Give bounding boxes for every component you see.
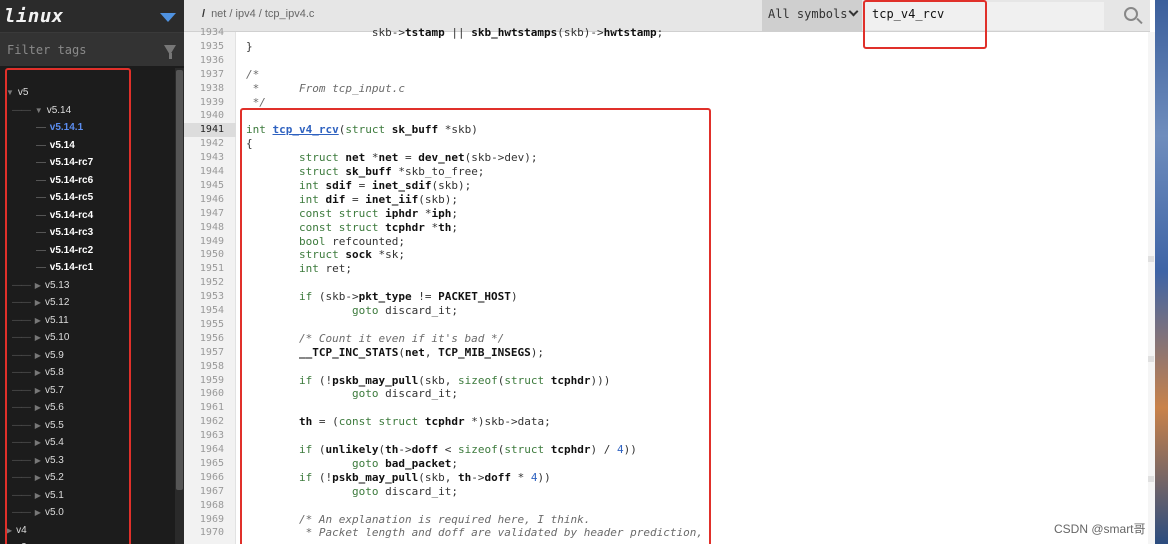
line-number[interactable]: 1958 — [184, 360, 224, 374]
line-number[interactable]: 1948 — [184, 221, 224, 235]
code-line: if (skb->pkt_type != PACKET_HOST) — [298, 290, 518, 304]
line-number[interactable]: 1945 — [184, 179, 224, 193]
watermark: CSDN @smart哥 — [1054, 522, 1146, 536]
code-line: int sdif = inet_sdif(skb); — [298, 178, 472, 192]
line-number[interactable]: 1939 — [184, 96, 224, 110]
line-number[interactable]: 1947 — [184, 207, 224, 221]
scrollbar-marker — [1148, 256, 1154, 262]
code-line: */ — [246, 95, 266, 109]
code-line: /* Count it even if it's bad */ — [246, 331, 505, 345]
code-line: if (!pskb_may_pull(skb, th->doff * 4)) — [298, 470, 551, 484]
line-number[interactable]: 1942 — [184, 137, 224, 151]
line-number[interactable]: 1950 — [184, 248, 224, 262]
line-number[interactable]: 1964 — [184, 443, 224, 457]
line-number[interactable]: 1969 — [184, 513, 224, 527]
code-line: if (!pskb_may_pull(skb, sizeof(struct tc… — [298, 373, 611, 387]
scrollbar-marker — [1148, 476, 1154, 482]
code-line: struct sock *sk; — [298, 248, 405, 262]
line-number[interactable]: 1946 — [184, 193, 224, 207]
filter-bar: Filter tags — [0, 32, 184, 66]
line-number[interactable]: 1943 — [184, 151, 224, 165]
code-scrollbar[interactable] — [1148, 32, 1155, 544]
search-icon[interactable] — [1124, 7, 1138, 21]
line-number[interactable]: 1937 — [184, 68, 224, 82]
root-link[interactable]: / — [202, 8, 205, 20]
line-number[interactable]: 1934 — [184, 26, 224, 40]
app-window: linux Filter tags ▼ v5 —— ▼ v5.14— v5.14.1—… — [0, 0, 1168, 544]
code-line: goto discard_it; — [351, 484, 458, 498]
code-line: goto bad_packet; — [351, 456, 458, 470]
line-number[interactable]: 1936 — [184, 54, 224, 68]
line-number[interactable]: 1957 — [184, 346, 224, 360]
code-line: } — [246, 39, 253, 53]
line-number[interactable]: 1968 — [184, 499, 224, 513]
code-line: th = (const struct tcphdr *)skb->data; — [298, 415, 551, 429]
code-line: /* — [246, 67, 260, 81]
code-line: /* An explanation is required here, I th… — [246, 512, 591, 526]
symbol-filter-label: All symbols — [768, 7, 848, 21]
line-number[interactable]: 1953 — [184, 290, 224, 304]
line-number[interactable]: 1961 — [184, 401, 224, 415]
code-line: goto discard_it; — [351, 387, 458, 401]
line-number[interactable]: 1956 — [184, 332, 224, 346]
line-number[interactable]: 1941 — [184, 123, 236, 138]
project-title[interactable]: linux — [4, 5, 64, 27]
line-number[interactable]: 1960 — [184, 387, 224, 401]
code-line: const struct iphdr *iph; — [298, 206, 458, 220]
line-number[interactable]: 1967 — [184, 485, 224, 499]
project-dropdown-icon[interactable] — [160, 13, 176, 22]
line-number[interactable]: 1938 — [184, 82, 224, 96]
code-line: { — [246, 137, 253, 151]
code-line: if (unlikely(th->doff < sizeof(struct tc… — [298, 443, 637, 456]
filter-icon[interactable] — [164, 44, 176, 59]
code-line: * From tcp_input.c — [246, 81, 405, 95]
code-line: const struct tcphdr *th; — [298, 220, 458, 234]
project-header: linux — [0, 0, 184, 32]
line-number[interactable]: 1970 — [184, 526, 224, 540]
code-line: goto discard_it; — [351, 304, 458, 317]
code-line: __TCP_INC_STATS(net, TCP_MIB_INSEGS); — [298, 345, 545, 359]
line-number[interactable]: 1944 — [184, 165, 224, 179]
code-line: struct sk_buff *skb_to_free; — [298, 165, 485, 178]
line-number[interactable]: 1955 — [184, 318, 224, 332]
desktop-background-strip — [1155, 0, 1168, 544]
code-line: int ret; — [298, 262, 352, 276]
code-line: int tcp_v4_rcv(struct sk_buff *skb) — [246, 123, 478, 137]
code-line: int dif = inet_iif(skb); — [298, 192, 458, 206]
line-number[interactable]: 1951 — [184, 262, 224, 276]
sidebar-scrollbar-thumb[interactable] — [176, 70, 183, 490]
line-number[interactable]: 1963 — [184, 429, 224, 443]
line-number[interactable]: 1952 — [184, 276, 224, 290]
highlight-box-version-tree — [5, 68, 131, 544]
line-number[interactable]: 1962 — [184, 415, 224, 429]
highlight-box-search — [863, 0, 987, 49]
line-number[interactable]: 1965 — [184, 457, 224, 471]
line-number[interactable]: 1966 — [184, 471, 224, 485]
scrollbar-marker — [1148, 356, 1154, 362]
line-number[interactable]: 1949 — [184, 235, 224, 249]
chevron-down-icon — [849, 6, 859, 17]
code-line: bool refcounted; — [298, 234, 405, 248]
code-line: skb->tstamp || skb_hwtstamps(skb)->hwtst… — [246, 26, 664, 39]
line-number[interactable]: 1959 — [184, 374, 224, 388]
line-number[interactable]: 1935 — [184, 40, 224, 54]
filter-tags-input[interactable]: Filter tags — [7, 43, 86, 57]
breadcrumb-path[interactable]: net / ipv4 / tcp_ipv4.c — [211, 8, 314, 20]
code-line: * Packet length and doff are validated b… — [246, 526, 703, 540]
line-number[interactable]: 1954 — [184, 304, 224, 318]
code-line: struct net *net = dev_net(skb->dev); — [298, 151, 538, 165]
symbol-filter-select[interactable]: All symbols — [762, 0, 862, 32]
breadcrumb: / net / ipv4 / tcp_ipv4.c — [202, 8, 314, 20]
line-number[interactable]: 1940 — [184, 109, 224, 123]
